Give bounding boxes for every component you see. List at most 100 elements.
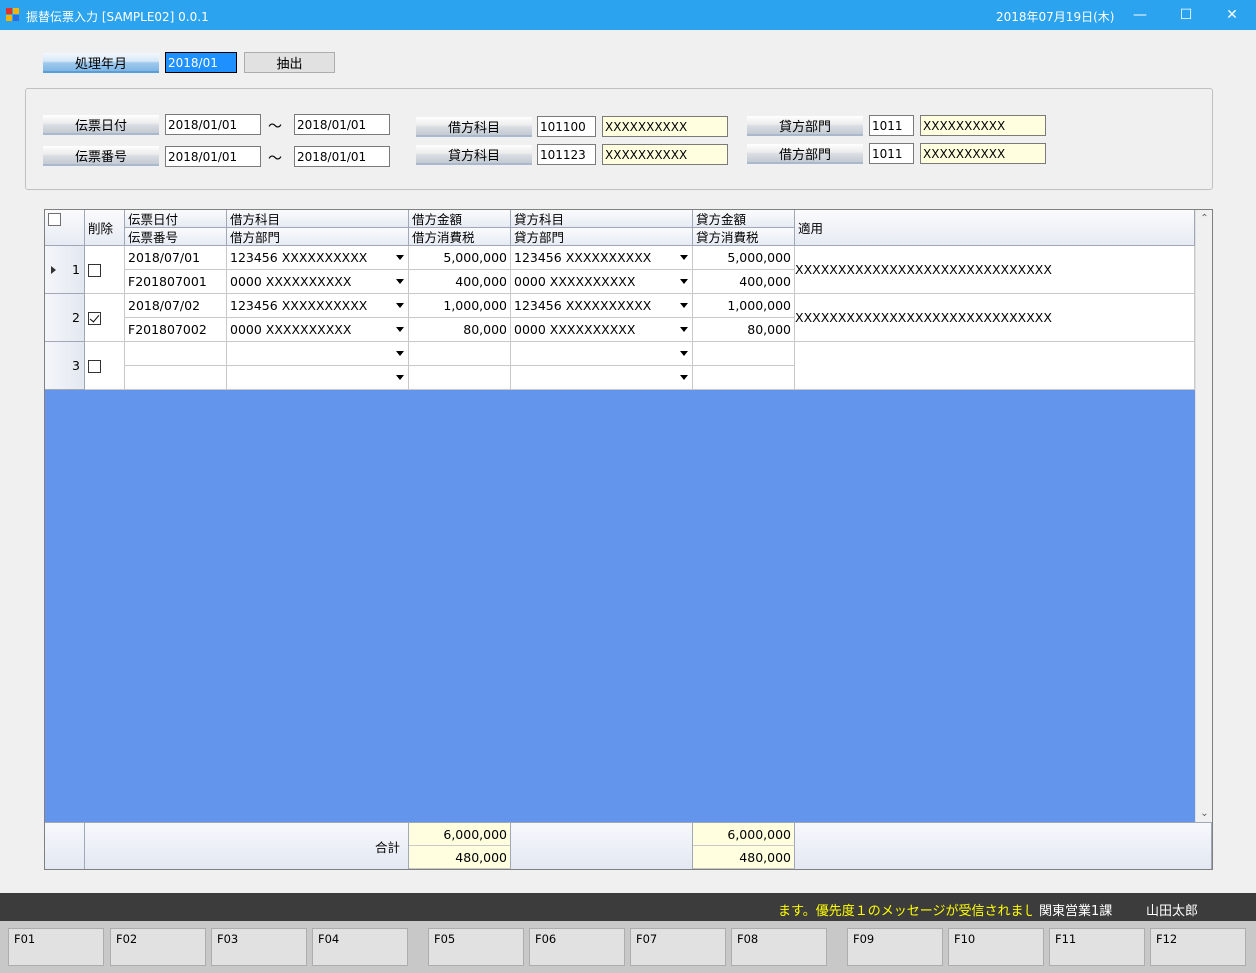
chevron-down-icon[interactable] — [680, 255, 688, 260]
period-input[interactable]: 2018/01 — [165, 52, 237, 73]
maximize-button[interactable]: ☐ — [1163, 0, 1209, 30]
delete-checkbox[interactable] — [88, 312, 101, 325]
credit-dept-combo[interactable] — [511, 366, 693, 390]
credit-account-combo[interactable] — [511, 342, 693, 366]
slip-number-cell[interactable]: F201807002 — [125, 318, 227, 342]
delete-cell[interactable] — [85, 342, 125, 390]
extract-button[interactable]: 抽出 — [244, 52, 335, 73]
debit-tax-cell[interactable]: 80,000 — [409, 318, 511, 342]
debit-dept-value: 0000 XXXXXXXXXX — [230, 274, 352, 289]
slip-date-cell[interactable]: 2018/07/01 — [125, 246, 227, 270]
debit-dept-combo[interactable] — [227, 366, 409, 390]
scroll-down-icon[interactable]: ⌄ — [1196, 805, 1213, 822]
header-slip-date: 伝票日付 — [125, 210, 227, 228]
f07-button[interactable]: F07 — [630, 928, 726, 966]
header-delete: 削除 — [85, 210, 125, 246]
current-date: 2018年07月19日(木) — [996, 10, 1115, 24]
f05-button[interactable]: F05 — [428, 928, 524, 966]
credit-amount-cell[interactable]: 5,000,000 — [693, 246, 795, 270]
credit-tax-cell[interactable]: 80,000 — [693, 318, 795, 342]
debit-dept-combo[interactable]: 0000 XXXXXXXXXX — [227, 318, 409, 342]
f09-button[interactable]: F09 — [847, 928, 943, 966]
header-debit-account: 借方科目 — [227, 210, 409, 228]
row-header[interactable]: 2 — [45, 294, 85, 342]
credit-account-code-input[interactable]: 101123 — [537, 144, 596, 165]
credit-account-value: 123456 XXXXXXXXXX — [514, 298, 652, 313]
delete-checkbox[interactable] — [88, 360, 101, 373]
credit-dept-combo[interactable]: 0000 XXXXXXXXXX — [511, 318, 693, 342]
debit-dept-code-input[interactable]: 1011 — [869, 143, 914, 164]
chevron-down-icon[interactable] — [680, 351, 688, 356]
debit-amount-cell[interactable] — [409, 342, 511, 366]
chevron-down-icon[interactable] — [396, 255, 404, 260]
f08-button[interactable]: F08 — [731, 928, 827, 966]
department-name: 関東営業1課 — [1039, 904, 1113, 919]
credit-dept-combo[interactable]: 0000 XXXXXXXXXX — [511, 270, 693, 294]
vertical-scrollbar[interactable]: ⌃ ⌄ — [1195, 210, 1212, 822]
chevron-down-icon[interactable] — [396, 327, 404, 332]
chevron-down-icon[interactable] — [396, 303, 404, 308]
slip-grid[interactable]: 削除 伝票日付 伝票番号 借方科目 借方部門 借方金額 借方消費税 貸方科目 貸… — [44, 209, 1213, 870]
slip-number-to-input[interactable]: 2018/01/01 — [294, 146, 390, 167]
debit-account-combo[interactable]: 123456 XXXXXXXXXX — [227, 246, 409, 270]
close-button[interactable]: ✕ — [1209, 0, 1255, 30]
chevron-down-icon[interactable] — [396, 375, 404, 380]
debit-dept-combo[interactable]: 0000 XXXXXXXXXX — [227, 270, 409, 294]
chevron-down-icon[interactable] — [396, 279, 404, 284]
scroll-up-icon[interactable]: ⌃ — [1196, 210, 1213, 227]
f03-button[interactable]: F03 — [211, 928, 307, 966]
slip-date-to-input[interactable]: 2018/01/01 — [294, 114, 390, 135]
debit-account-combo[interactable]: 123456 XXXXXXXXXX — [227, 294, 409, 318]
slip-date-cell[interactable]: 2018/07/02 — [125, 294, 227, 318]
debit-account-code-input[interactable]: 101100 — [537, 116, 596, 137]
delete-checkbox[interactable] — [88, 264, 101, 277]
message-ticker: ます。優先度１のメッセージが受信されました — [778, 904, 1032, 919]
select-all-header[interactable] — [45, 210, 85, 246]
debit-amount-cell[interactable]: 1,000,000 — [409, 294, 511, 318]
debit-tax-cell[interactable]: 400,000 — [409, 270, 511, 294]
summary-cell[interactable]: XXXXXXXXXXXXXXXXXXXXXXXXXXXXXX — [795, 246, 1195, 294]
chevron-down-icon[interactable] — [680, 303, 688, 308]
f11-button[interactable]: F11 — [1049, 928, 1145, 966]
totals-label: 合計 — [85, 822, 409, 869]
slip-number-cell[interactable] — [125, 366, 227, 390]
summary-cell[interactable]: XXXXXXXXXXXXXXXXXXXXXXXXXXXXXX — [795, 294, 1195, 342]
slip-number-cell[interactable]: F201807001 — [125, 270, 227, 294]
debit-tax-cell[interactable] — [409, 366, 511, 390]
row-header[interactable]: 1 — [45, 246, 85, 294]
slip-date-cell[interactable] — [125, 342, 227, 366]
f12-button[interactable]: F12 — [1150, 928, 1246, 966]
summary-cell[interactable] — [795, 342, 1195, 390]
credit-amount-cell[interactable]: 1,000,000 — [693, 294, 795, 318]
delete-cell[interactable] — [85, 246, 125, 294]
credit-account-combo[interactable]: 123456 XXXXXXXXXX — [511, 294, 693, 318]
credit-dept-code-input[interactable]: 1011 — [869, 115, 914, 136]
slip-date-from-input[interactable]: 2018/01/01 — [165, 114, 261, 135]
chevron-down-icon[interactable] — [680, 375, 688, 380]
credit-account-combo[interactable]: 123456 XXXXXXXXXX — [511, 246, 693, 270]
slip-number-from-input[interactable]: 2018/01/01 — [165, 146, 261, 167]
minimize-button[interactable]: — — [1117, 0, 1163, 30]
period-label: 処理年月 — [43, 53, 159, 73]
f01-button[interactable]: F01 — [8, 928, 104, 966]
row-header[interactable]: 3 — [45, 342, 85, 390]
delete-cell[interactable] — [85, 294, 125, 342]
chevron-down-icon[interactable] — [680, 279, 688, 284]
f02-button[interactable]: F02 — [110, 928, 206, 966]
minimize-icon: — — [1133, 7, 1147, 23]
f06-button[interactable]: F06 — [529, 928, 625, 966]
debit-account-combo[interactable] — [227, 342, 409, 366]
f10-button[interactable]: F10 — [948, 928, 1044, 966]
chevron-down-icon[interactable] — [680, 327, 688, 332]
credit-tax-cell[interactable]: 400,000 — [693, 270, 795, 294]
chevron-down-icon[interactable] — [396, 351, 404, 356]
totals-spacer — [795, 822, 1212, 869]
debit-amount-cell[interactable]: 5,000,000 — [409, 246, 511, 270]
row-number: 1 — [72, 262, 80, 277]
credit-amount-cell[interactable] — [693, 342, 795, 366]
function-key-bar: F01 F02 F03 F04 F05 F06 F07 F08 F09 F10 … — [0, 921, 1256, 973]
f04-button[interactable]: F04 — [312, 928, 408, 966]
select-all-checkbox[interactable] — [48, 213, 61, 226]
credit-tax-cell[interactable] — [693, 366, 795, 390]
header-credit-dept: 貸方部門 — [511, 228, 693, 246]
